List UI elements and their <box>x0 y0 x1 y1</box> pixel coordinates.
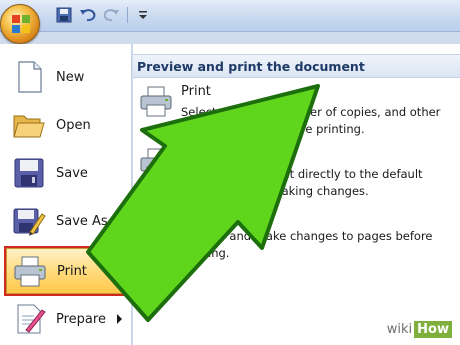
office-button[interactable] <box>0 4 40 44</box>
prepare-icon <box>12 302 46 336</box>
menu-item-print[interactable]: Print <box>4 246 128 296</box>
redo-icon[interactable] <box>103 6 121 24</box>
watermark-text-wiki: wiki <box>384 321 415 338</box>
submenu-item-title: Quick Print <box>181 146 252 161</box>
office-logo-icon <box>12 15 30 33</box>
menu-item-label: Prepare <box>56 311 106 327</box>
menu-item-new[interactable]: New <box>6 54 126 100</box>
menu-item-label: New <box>56 69 85 85</box>
title-bar <box>0 0 460 44</box>
panel-header: Preview and print the document <box>133 54 460 78</box>
submenu-item-description: Preview and make changes to pages before… <box>181 229 433 260</box>
office-menu: New Open Save Save As Print Prepare <box>0 44 132 345</box>
customize-icon[interactable] <box>134 6 152 24</box>
submenu-item-description: Send the document directly to the defaul… <box>181 167 423 198</box>
quick-access-toolbar <box>55 4 152 26</box>
toolbar-separator <box>127 7 128 23</box>
submenu-item-title: Print <box>181 84 211 99</box>
menu-item-label: Save As <box>56 213 108 229</box>
submenu-arrow-icon <box>117 216 122 226</box>
submenu-item-description: Select a printer, number of copies, and … <box>181 105 441 136</box>
save-as-icon <box>12 204 46 238</box>
watermark-logo: wiki How <box>384 321 452 338</box>
new-document-icon <box>12 60 46 94</box>
watermark-text-how: How <box>414 321 452 338</box>
menu-item-prepare[interactable]: Prepare <box>6 296 126 342</box>
submenu-item-print-preview[interactable]: Print Preview Preview and make changes t… <box>133 206 460 266</box>
print-preview-icon <box>139 208 173 242</box>
menu-item-save[interactable]: Save <box>6 150 126 196</box>
quick-print-icon <box>139 146 173 180</box>
menu-item-label: Save <box>56 165 88 181</box>
menu-item-save-as[interactable]: Save As <box>6 198 126 244</box>
submenu-arrow-icon <box>116 266 121 276</box>
menu-item-open[interactable]: Open <box>6 102 126 148</box>
save-disk-icon <box>12 156 46 190</box>
submenu-item-quick-print[interactable]: Quick Print Send the document directly t… <box>133 144 460 204</box>
printer-icon <box>13 254 47 288</box>
undo-icon[interactable] <box>79 6 97 24</box>
submenu-item-title: Print Preview <box>181 208 266 223</box>
print-submenu-panel: Preview and print the document Print Sel… <box>133 44 460 345</box>
printer-icon <box>139 84 173 118</box>
open-folder-icon <box>12 108 46 142</box>
submenu-item-print[interactable]: Print Select a printer, number of copies… <box>133 82 460 142</box>
save-icon[interactable] <box>55 6 73 24</box>
menu-item-label: Open <box>56 117 91 133</box>
submenu-arrow-icon <box>117 314 122 324</box>
menu-item-label: Print <box>57 263 87 279</box>
